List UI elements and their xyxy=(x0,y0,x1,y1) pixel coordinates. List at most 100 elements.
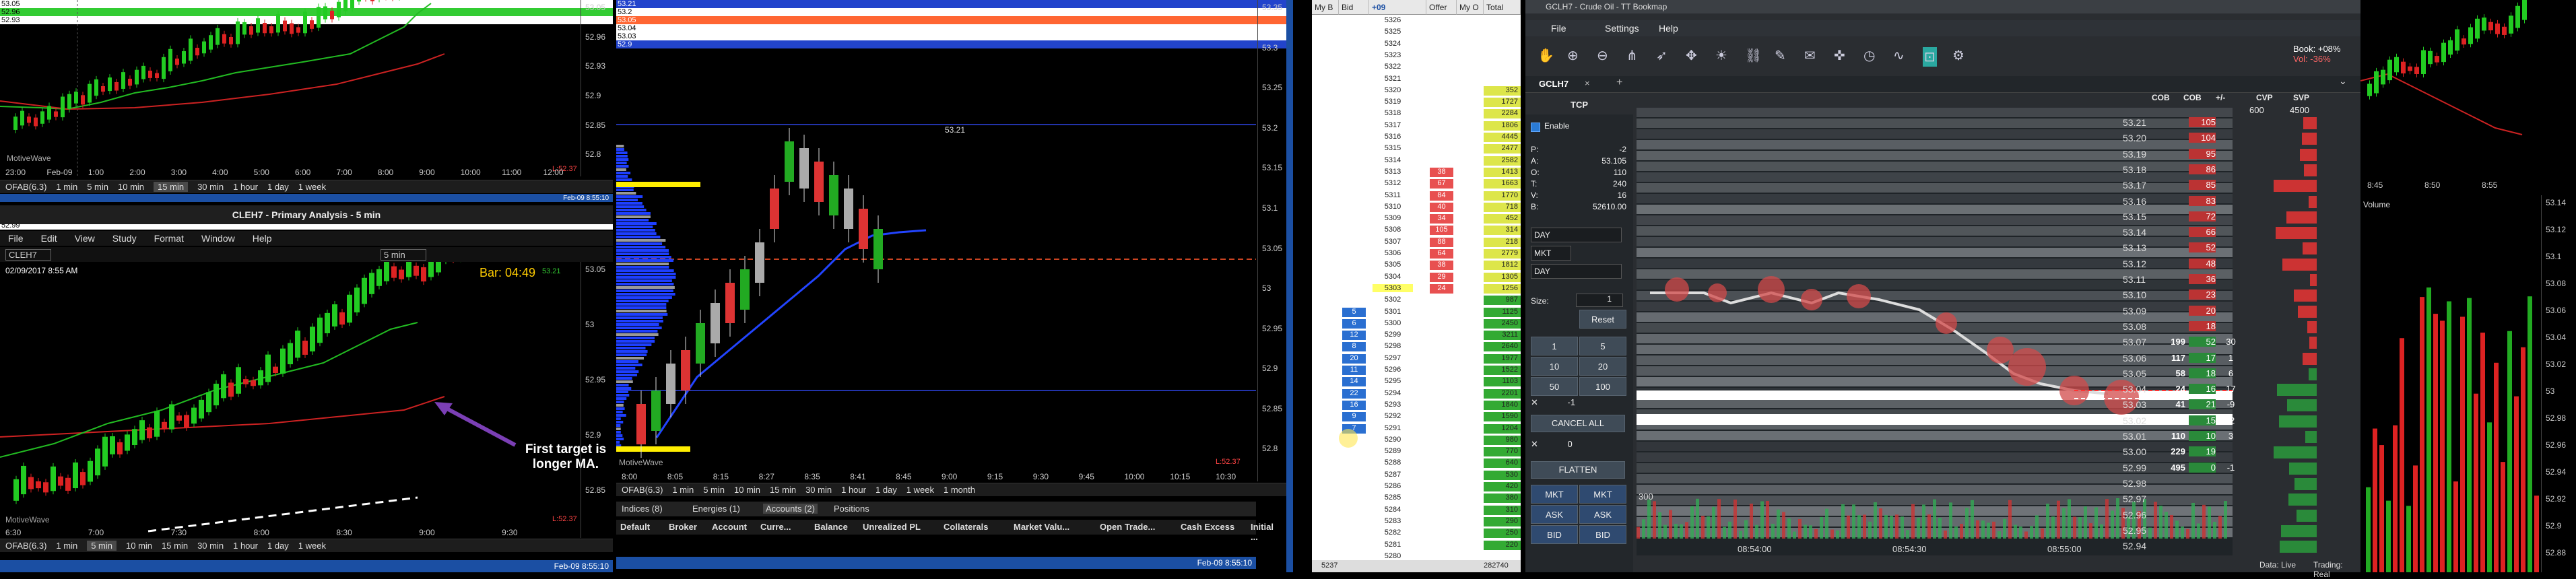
pen-icon[interactable]: ✎ xyxy=(1775,47,1786,64)
ladder-row[interactable]: 5315 2477 xyxy=(1312,144,1521,154)
graph-icon[interactable]: ∿ xyxy=(1893,47,1905,64)
ladder-row[interactable]: 5298 8 2640 xyxy=(1312,342,1521,352)
lightbulb-icon[interactable]: ☀ xyxy=(1715,47,1727,64)
menu-view[interactable]: View xyxy=(75,233,95,244)
ladder-row[interactable]: 5311 84 1770 xyxy=(1312,191,1521,201)
ladder-row[interactable]: 5306 64 2779 xyxy=(1312,249,1521,259)
ladder-row[interactable]: 5322 xyxy=(1312,63,1521,73)
right-chart-canvas[interactable] xyxy=(2360,0,2539,572)
timeframe-10-min[interactable]: 10 min xyxy=(126,541,152,551)
timeframe-1-hour[interactable]: 1 hour xyxy=(233,182,258,192)
timeframe-30-min[interactable]: 30 min xyxy=(805,485,832,495)
flatten-button[interactable]: FLATTEN xyxy=(1531,461,1625,479)
size-button-20[interactable]: 20 xyxy=(1579,357,1626,376)
link-icon[interactable]: ⛓ xyxy=(1745,47,1762,64)
ladder-row[interactable]: 5300 6 2450 xyxy=(1312,319,1521,329)
menu-help[interactable]: Help xyxy=(253,233,272,244)
symbol-label[interactable]: OFAB(6.3) xyxy=(622,485,663,495)
ladder-row[interactable]: 5296 11 1522 xyxy=(1312,366,1521,376)
timeframe-1-hour[interactable]: 1 hour xyxy=(841,485,866,495)
symbol-label[interactable]: OFAB(6.3) xyxy=(5,541,46,551)
tif-dropdown[interactable]: DAY xyxy=(1531,228,1622,242)
book-column-1[interactable]: COB xyxy=(2183,93,2202,102)
book-column-0[interactable]: COB xyxy=(2152,93,2170,102)
size-button-10[interactable]: 10 xyxy=(1531,357,1578,376)
ladder-row[interactable]: 5309 34 452 xyxy=(1312,214,1521,224)
ladder-row[interactable]: 5305 38 1812 xyxy=(1312,261,1521,271)
account-column-header[interactable]: Initial ... xyxy=(1251,522,1274,542)
add-tab-icon[interactable]: + xyxy=(1616,77,1622,89)
ladder-row[interactable]: 5282 250 xyxy=(1312,529,1521,539)
share-icon[interactable]: ⋔ xyxy=(1626,47,1638,64)
timeframe-1-week[interactable]: 1 week xyxy=(298,541,326,551)
timeframe-1-week[interactable]: 1 week xyxy=(298,182,326,192)
reset-button[interactable]: Reset xyxy=(1579,310,1626,329)
order-button-mkt[interactable]: MKT xyxy=(1531,485,1578,504)
ladder-row[interactable]: 5301 5 1125 xyxy=(1312,308,1521,318)
ladder-row[interactable]: 5302 987 xyxy=(1312,296,1521,306)
ladder-row[interactable]: 5304 29 1305 xyxy=(1312,273,1521,283)
account-column-header[interactable]: Collaterals xyxy=(944,522,988,532)
size-button-100[interactable]: 100 xyxy=(1579,377,1626,396)
account-column-header[interactable]: Unrealized PL xyxy=(863,522,921,532)
timeframe-30-min[interactable]: 30 min xyxy=(197,182,224,192)
size-button-50[interactable]: 50 xyxy=(1531,377,1578,396)
size-input[interactable]: 1 xyxy=(1576,294,1623,307)
timeframe-1-week[interactable]: 1 week xyxy=(906,485,934,495)
order-button-mkt[interactable]: MKT xyxy=(1579,485,1626,504)
ladder-row[interactable]: 5318 2284 xyxy=(1312,109,1521,119)
menu-study[interactable]: Study xyxy=(112,233,137,244)
timeframe-10-min[interactable]: 10 min xyxy=(118,182,144,192)
symbol-dropdown[interactable]: CLEH7 xyxy=(5,249,51,261)
account-column-header[interactable]: Curre... xyxy=(760,522,791,532)
drag-icon[interactable]: ✥ xyxy=(1686,47,1697,64)
symbol-label[interactable]: OFAB(6.3) xyxy=(5,182,46,192)
ladder-row[interactable]: 5284 310 xyxy=(1312,506,1521,516)
ladder-row[interactable]: 5295 14 1103 xyxy=(1312,377,1521,387)
book-column-2[interactable]: +/- xyxy=(2216,93,2225,102)
chat-icon[interactable]: ✉ xyxy=(1804,47,1816,64)
timeframe-1-day[interactable]: 1 day xyxy=(267,182,289,192)
ladder-row[interactable]: 5294 22 2201 xyxy=(1312,389,1521,399)
order-button-bid[interactable]: BID xyxy=(1531,525,1578,544)
ladder-row[interactable]: 5287 530 xyxy=(1312,471,1521,481)
menu-window[interactable]: Window xyxy=(201,233,235,244)
ladder-row[interactable]: 5283 290 xyxy=(1312,517,1521,527)
timeframe-5-min[interactable]: 5 min xyxy=(87,541,117,551)
ladder-row[interactable]: 5285 380 xyxy=(1312,493,1521,504)
order-button-ask[interactable]: ASK xyxy=(1531,505,1578,524)
hand-icon[interactable]: ✋ xyxy=(1538,47,1554,64)
ladder-row[interactable]: 5325 xyxy=(1312,28,1521,38)
ladder-column-2[interactable]: +09 xyxy=(1369,0,1426,15)
ladder-row[interactable]: 5292 9 1590 xyxy=(1312,412,1521,422)
ladder-row[interactable]: 5310 40 718 xyxy=(1312,203,1521,213)
ladder-row[interactable]: 5308 105 314 xyxy=(1312,226,1521,236)
account-column-header[interactable]: Cash Excess xyxy=(1181,522,1234,532)
timeframe-1-min[interactable]: 1 min xyxy=(56,541,77,551)
timeframe-1-month[interactable]: 1 month xyxy=(944,485,975,495)
ladder-row[interactable]: 5293 16 1840 xyxy=(1312,401,1521,411)
close-tab-icon[interactable]: × xyxy=(1585,78,1590,88)
zoom-in-icon[interactable]: ⊕ xyxy=(1567,47,1579,64)
timeframe-10-min[interactable]: 10 min xyxy=(734,485,760,495)
timeframe-15-min[interactable]: 15 min xyxy=(154,182,188,192)
close-zero-icon[interactable]: ✕ xyxy=(1531,439,1538,449)
zoom-out-icon[interactable]: ⊖ xyxy=(1597,47,1608,64)
menu-settings[interactable]: Settings xyxy=(1605,23,1639,34)
account-tab[interactable]: Positions xyxy=(834,504,869,514)
ladder-row[interactable]: 5286 420 xyxy=(1312,482,1521,492)
timeframe-5-min[interactable]: 5 min xyxy=(703,485,725,495)
order-type-dropdown[interactable]: MKT xyxy=(1531,246,1571,261)
ladder-row[interactable]: 5313 38 1413 xyxy=(1312,168,1521,178)
ladder-row[interactable]: 5320 352 xyxy=(1312,86,1521,96)
chart-5min-canvas[interactable] xyxy=(0,262,579,538)
account-tab[interactable]: Accounts (2) xyxy=(763,504,818,514)
interval-dropdown[interactable]: 5 min xyxy=(381,249,426,261)
size-button-5[interactable]: 5 xyxy=(1579,337,1626,355)
book-column-4[interactable]: SVP xyxy=(2293,93,2309,102)
size-button-1[interactable]: 1 xyxy=(1531,337,1578,355)
ladder-row[interactable]: 5321 xyxy=(1312,75,1521,85)
menu-help[interactable]: Help xyxy=(1659,23,1678,34)
ladder-row[interactable]: 5312 67 1663 xyxy=(1312,179,1521,189)
gear-icon[interactable]: ⚙ xyxy=(1952,47,1964,64)
